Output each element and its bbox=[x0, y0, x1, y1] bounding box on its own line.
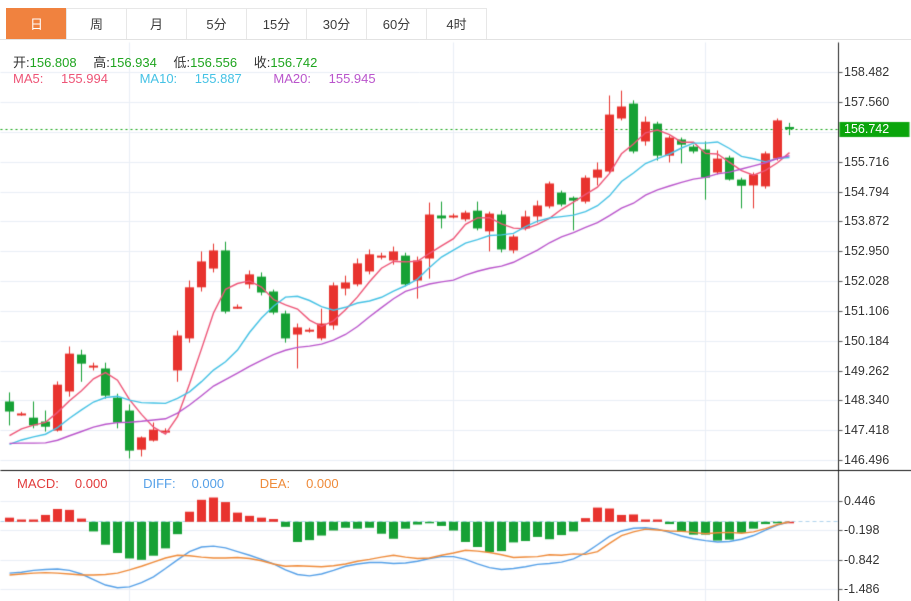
dea-value-readout: DEA: 0.000 bbox=[259, 476, 339, 491]
open-label: 开: bbox=[13, 55, 30, 70]
close-value: 156.742 bbox=[270, 55, 318, 70]
tab-day[interactable]: 日 bbox=[6, 8, 67, 39]
open-value: 156.808 bbox=[29, 55, 77, 70]
tab-4hour[interactable]: 4时 bbox=[426, 8, 487, 39]
high-label: 高: bbox=[93, 55, 110, 70]
tab-5min[interactable]: 5分 bbox=[186, 8, 247, 39]
tab-60min[interactable]: 60分 bbox=[366, 8, 427, 39]
ma10-readout: MA10: 155.887 bbox=[139, 71, 242, 86]
interval-tabs: 日 周 月 5分 15分 30分 60分 4时 bbox=[6, 8, 487, 39]
tab-30min[interactable]: 30分 bbox=[306, 8, 367, 39]
current-price-tag: 156.742 bbox=[844, 122, 890, 136]
trading-chart-app: 日 周 月 5分 15分 30分 60分 4时 开:156.808 高:156.… bbox=[0, 0, 911, 601]
ohlc-readout: 开:156.808 高:156.934 低:156.556 收:156.742 bbox=[13, 52, 330, 71]
high-value: 156.934 bbox=[109, 55, 157, 70]
candlestick-chart-canvas[interactable] bbox=[0, 0, 911, 601]
tab-week[interactable]: 周 bbox=[66, 8, 127, 39]
diff-value-readout: DIFF: 0.000 bbox=[143, 476, 225, 491]
ma20-readout: MA20: 155.945 bbox=[273, 71, 376, 86]
macd-readout: MACD: 0.000 DIFF: 0.000 DEA: 0.000 bbox=[17, 476, 371, 491]
interval-tabbar: 日 周 月 5分 15分 30分 60分 4时 bbox=[0, 8, 911, 40]
tab-month[interactable]: 月 bbox=[126, 8, 187, 39]
macd-value-readout: MACD: 0.000 bbox=[17, 476, 108, 491]
low-label: 低: bbox=[173, 55, 191, 70]
close-label: 收: bbox=[253, 55, 271, 70]
tab-15min[interactable]: 15分 bbox=[246, 8, 307, 39]
ma5-readout: MA5: 155.994 bbox=[13, 71, 108, 86]
low-value: 156.556 bbox=[190, 55, 238, 70]
ma-readout: MA5: 155.994 MA10: 155.887 MA20: 155.945 bbox=[13, 71, 404, 86]
